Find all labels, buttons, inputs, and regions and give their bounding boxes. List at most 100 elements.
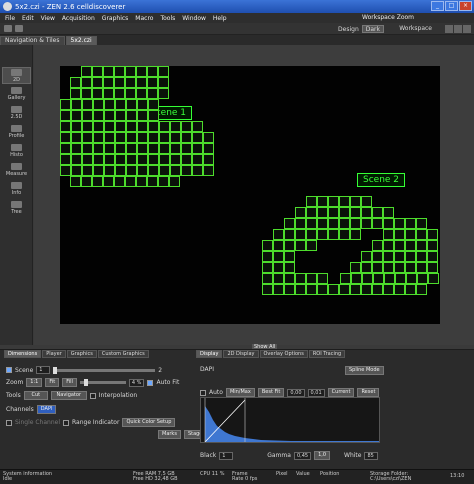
scene-slider[interactable] bbox=[53, 366, 156, 374]
open-icon[interactable] bbox=[4, 25, 12, 32]
scene-value[interactable]: 1 bbox=[36, 366, 51, 374]
white-value[interactable]: 85 bbox=[364, 451, 379, 460]
zoom-slider[interactable] bbox=[79, 379, 126, 386]
tile bbox=[103, 88, 114, 99]
best-fit-low[interactable]: 0,00 bbox=[287, 388, 305, 397]
tools-select[interactable]: Cut bbox=[23, 391, 48, 400]
zoom-fit-button[interactable]: Fit bbox=[45, 378, 60, 387]
tile bbox=[394, 218, 405, 229]
best-fit-high[interactable]: 0,01 bbox=[307, 388, 325, 397]
design-label: Design bbox=[338, 25, 359, 33]
zoom-label: Zoom bbox=[6, 379, 24, 386]
navigator-button[interactable]: Navigator bbox=[50, 391, 87, 400]
view-measure[interactable]: Measure bbox=[2, 162, 31, 179]
tab-dimensions[interactable]: Dimensions bbox=[4, 350, 42, 358]
tile bbox=[416, 218, 427, 229]
menu-window[interactable]: Window bbox=[182, 15, 206, 22]
menu-tools[interactable]: Tools bbox=[160, 15, 175, 22]
tile bbox=[148, 143, 159, 154]
view-gallery[interactable]: Gallery bbox=[2, 86, 31, 103]
zoom-1-1-button[interactable]: 1:1 bbox=[26, 378, 43, 387]
tile bbox=[351, 273, 362, 284]
app-logo-icon bbox=[3, 2, 12, 11]
black-value[interactable]: 1 bbox=[219, 451, 234, 460]
menu-file[interactable]: File bbox=[5, 15, 15, 22]
tile bbox=[103, 77, 114, 88]
levels-row: Black 1 Gamma 0,45 1,0 White 85 bbox=[200, 451, 379, 460]
tab-player[interactable]: Player bbox=[42, 350, 66, 358]
tile bbox=[394, 284, 405, 295]
interpolation-checkbox[interactable] bbox=[89, 392, 96, 399]
tile bbox=[262, 284, 273, 295]
value-status: Value bbox=[296, 471, 310, 477]
range-indicator-checkbox[interactable] bbox=[63, 419, 69, 426]
storage-folder[interactable]: Storage Folder: C:\Users\czi\ZEN bbox=[370, 472, 411, 482]
tab-display[interactable]: Display bbox=[196, 350, 223, 358]
save-icon[interactable] bbox=[15, 25, 23, 32]
view-2d[interactable]: 2D bbox=[2, 67, 31, 84]
tile bbox=[103, 176, 114, 187]
auto-fit-checkbox[interactable] bbox=[147, 379, 154, 386]
zoom-slider-knob[interactable] bbox=[83, 379, 88, 386]
tile bbox=[328, 207, 339, 218]
menu-edit[interactable]: Edit bbox=[22, 15, 34, 22]
design-select[interactable]: Dark bbox=[361, 25, 384, 33]
tab-roi-tracing[interactable]: ROI Tracing bbox=[308, 350, 346, 358]
channel-dapi-button[interactable]: DAPI bbox=[36, 405, 57, 414]
maximize-button[interactable]: □ bbox=[445, 1, 458, 11]
menu-macro[interactable]: Macro bbox=[135, 15, 153, 22]
tab-custom-graphics[interactable]: Custom Graphics bbox=[97, 350, 149, 358]
current-select[interactable]: Current bbox=[327, 388, 355, 397]
view-histo[interactable]: Histo bbox=[2, 143, 31, 160]
quick-color-setup-button[interactable]: Quick Color Setup bbox=[122, 418, 176, 427]
view-info[interactable]: Info bbox=[2, 181, 31, 198]
view-2-5d[interactable]: 2.5D bbox=[2, 105, 31, 122]
menu-view[interactable]: View bbox=[41, 15, 55, 22]
tile bbox=[350, 284, 361, 295]
menu-acquisition[interactable]: Acquisition bbox=[62, 15, 95, 22]
scene-slider-knob[interactable] bbox=[53, 366, 58, 374]
best-fit-button[interactable]: Best Fit bbox=[257, 388, 285, 397]
zoom-fill-button[interactable]: Fill bbox=[62, 378, 77, 387]
display-buttons-row: Auto Min/Max Best Fit 0,00 0,01 Current … bbox=[200, 388, 380, 397]
workspace-btn-1[interactable] bbox=[445, 25, 453, 33]
workspace-btn-3[interactable] bbox=[463, 25, 471, 33]
tab-2d-display[interactable]: 2D Display bbox=[223, 350, 259, 358]
histogram[interactable] bbox=[200, 397, 380, 443]
menu-graphics[interactable]: Graphics bbox=[102, 15, 129, 22]
tab-navigation[interactable]: Navigation & Tiles bbox=[0, 36, 65, 45]
reset-button[interactable]: Reset bbox=[357, 388, 380, 397]
scene-checkbox[interactable] bbox=[6, 367, 12, 373]
tile bbox=[126, 132, 137, 143]
image-canvas[interactable]: Scene 1 Scene 2 bbox=[60, 66, 440, 324]
min-max-button[interactable]: Min/Max bbox=[225, 388, 255, 397]
tile bbox=[81, 176, 92, 187]
gamma-reset[interactable]: 1,0 bbox=[314, 451, 331, 460]
tile bbox=[383, 284, 394, 295]
zoom-value[interactable]: 4 % bbox=[128, 378, 145, 387]
tab-overlay-options[interactable]: Overlay Options bbox=[259, 350, 308, 358]
tile bbox=[372, 207, 383, 218]
system-info[interactable]: System information Idle bbox=[3, 472, 52, 482]
tile bbox=[192, 154, 203, 165]
workspace-btn-2[interactable] bbox=[454, 25, 462, 33]
tab-5x2-czi[interactable]: 5x2.czi bbox=[65, 36, 97, 45]
marks-button[interactable]: Marks bbox=[158, 430, 181, 439]
close-button[interactable]: × bbox=[459, 1, 472, 11]
gamma-value[interactable]: 0,45 bbox=[293, 451, 312, 460]
tab-graphics[interactable]: Graphics bbox=[66, 350, 97, 358]
minimize-button[interactable]: _ bbox=[431, 1, 444, 11]
view-profile[interactable]: Profile bbox=[2, 124, 31, 141]
spline-mode-button[interactable]: Spline Mode bbox=[345, 366, 384, 375]
workspace-zoom-label: Workspace Zoom bbox=[362, 14, 414, 21]
menu-help[interactable]: Help bbox=[213, 15, 227, 22]
single-channel-checkbox[interactable] bbox=[6, 419, 12, 426]
tile bbox=[71, 121, 82, 132]
tile bbox=[81, 88, 92, 99]
tile bbox=[406, 273, 417, 284]
zoom-row: Zoom 1:1 Fit Fill 4 % Auto Fit bbox=[6, 378, 179, 387]
view-tree[interactable]: Tree bbox=[2, 200, 31, 217]
tile bbox=[350, 229, 361, 240]
auto-checkbox[interactable] bbox=[200, 389, 206, 396]
tile bbox=[262, 240, 273, 251]
